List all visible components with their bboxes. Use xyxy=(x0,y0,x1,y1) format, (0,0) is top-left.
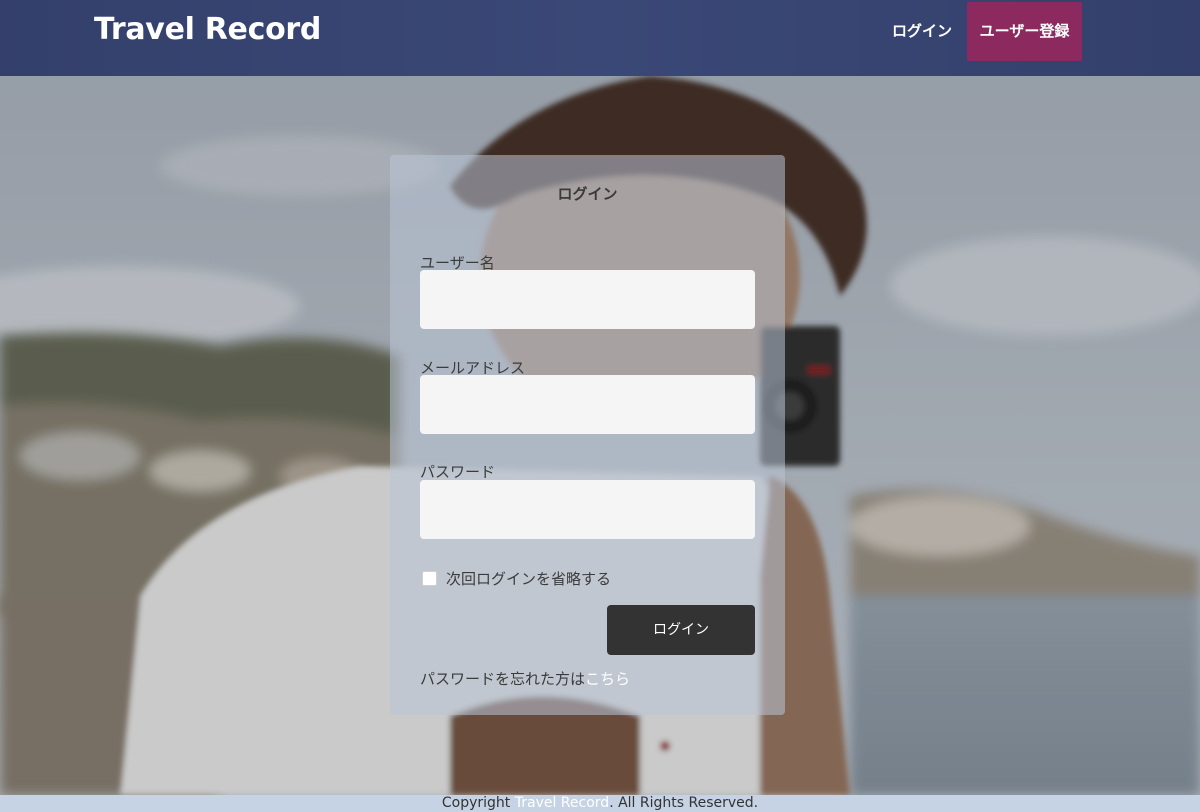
login-title: ログイン xyxy=(557,185,618,203)
email-input[interactable] xyxy=(420,375,755,434)
nav-signup-button[interactable]: ユーザー登録 xyxy=(967,2,1082,61)
forgot-password-text: パスワードを忘れた方は xyxy=(420,670,586,688)
footer-copyright-prefix: Copyright xyxy=(441,795,515,811)
forgot-password-row: パスワードを忘れた方はこちら xyxy=(420,668,630,689)
password-input[interactable] xyxy=(420,480,755,539)
forgot-password-link[interactable]: こちら xyxy=(585,670,630,688)
footer-site-link[interactable]: Travel Record xyxy=(515,795,609,811)
site-footer: Copyright Travel Record. All Rights Rese… xyxy=(0,795,1200,812)
nav-login-link[interactable]: ログイン xyxy=(884,2,960,61)
login-submit-button[interactable]: ログイン xyxy=(607,605,755,655)
site-header: Travel Record ログイン ユーザー登録 xyxy=(0,0,1200,76)
remember-me-row: 次回ログインを省略する xyxy=(422,568,611,589)
password-label: パスワード xyxy=(420,463,496,481)
username-input[interactable] xyxy=(420,270,755,329)
remember-me-label[interactable]: 次回ログインを省略する xyxy=(446,568,611,589)
site-logo[interactable]: Travel Record xyxy=(94,12,321,47)
footer-copyright-suffix: . All Rights Reserved. xyxy=(609,795,759,811)
remember-me-checkbox[interactable] xyxy=(422,571,437,586)
login-card: ログイン ユーザー名 メールアドレス パスワード 次回ログインを省略する ログイ… xyxy=(390,155,785,715)
